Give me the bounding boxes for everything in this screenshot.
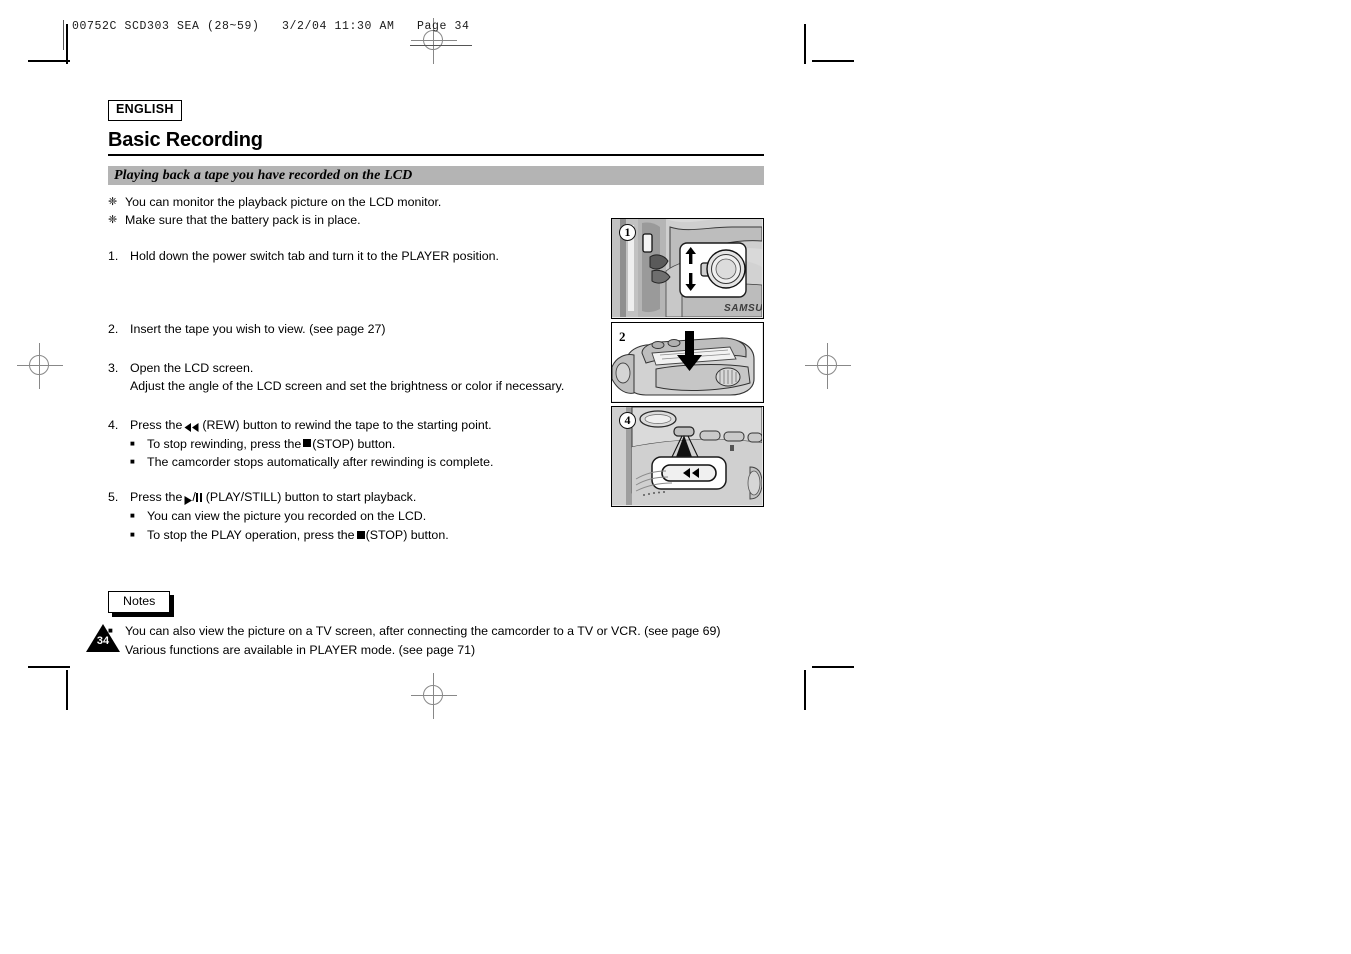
stop-icon bbox=[303, 439, 312, 448]
pause-icon bbox=[195, 492, 204, 502]
crop-mark-top-left-v bbox=[66, 24, 68, 64]
registration-mark-right bbox=[805, 343, 851, 389]
figure-number: 2 bbox=[619, 329, 626, 344]
square-bullet-icon: ■ bbox=[130, 457, 135, 467]
crop-mark-top-left-h bbox=[28, 60, 70, 62]
substep-text-before-icon: To stop rewinding, press the bbox=[147, 436, 302, 451]
floret-bullet-icon: ❈ bbox=[108, 213, 118, 226]
svg-text:SAMSUNG: SAMSUNG bbox=[724, 303, 762, 314]
title-rule bbox=[108, 153, 764, 157]
registration-circle bbox=[423, 30, 443, 50]
step-number: 3. bbox=[108, 360, 119, 375]
list-item: ❈ You can monitor the playback picture o… bbox=[108, 194, 768, 211]
notes-list: ■ You can also view the picture on a TV … bbox=[108, 623, 768, 660]
notes-badge: Notes bbox=[108, 591, 175, 618]
section-title: Playing back a tape you have recorded on… bbox=[114, 167, 413, 183]
substep: ■ To stop the PLAY operation, press the (… bbox=[108, 527, 768, 544]
intro-bullet-text: You can monitor the playback picture on … bbox=[125, 195, 442, 210]
step-number: 5. bbox=[108, 490, 119, 505]
crop-mark-bottom-left-v bbox=[66, 670, 68, 710]
figure-4: 4 bbox=[611, 406, 764, 507]
substep-text-after-icon: (STOP) button. bbox=[365, 527, 449, 542]
page-title: Basic Recording bbox=[108, 128, 263, 151]
square-bullet-icon: ■ bbox=[130, 529, 135, 539]
substep-text: To stop rewinding, press the (STOP) butto… bbox=[147, 436, 395, 453]
substep-text-after-icon: (STOP) button. bbox=[312, 436, 396, 451]
crop-mark-top-right-v bbox=[804, 24, 806, 64]
figure-number: 4 bbox=[619, 412, 636, 429]
step-number: 4. bbox=[108, 417, 119, 432]
note-text: Various functions are available in PLAYE… bbox=[125, 643, 476, 658]
step-text-before-icon: Press the bbox=[130, 490, 183, 505]
step-text-before-icon: Press the bbox=[130, 417, 183, 432]
step-number: 2. bbox=[108, 321, 119, 336]
stop-icon bbox=[356, 530, 365, 539]
substep-text-before-icon: To stop the PLAY operation, press the bbox=[147, 527, 355, 542]
page-number: 34 bbox=[96, 635, 110, 647]
list-item: ■ Various functions are available in PLA… bbox=[108, 642, 768, 660]
notes-section: Notes ■ You can also view the picture on… bbox=[108, 591, 768, 660]
substep: ■ You can view the picture you recorded … bbox=[108, 508, 768, 525]
play-icon bbox=[184, 493, 193, 505]
slugline-underline bbox=[410, 45, 472, 46]
registration-circle bbox=[29, 355, 49, 375]
figure-1: SAMSUNG 1 bbox=[611, 218, 764, 319]
page-number-badge: 34 bbox=[86, 624, 120, 652]
figure-column: SAMSUNG 1 bbox=[611, 218, 764, 507]
floret-bullet-icon: ❈ bbox=[108, 196, 118, 209]
crop-mark-bottom-right-v bbox=[804, 670, 806, 710]
figure-2: 2 bbox=[611, 322, 764, 403]
language-badge: ENGLISH bbox=[108, 100, 182, 121]
rewind-icon bbox=[184, 420, 199, 432]
note-text: You can also view the picture on a TV sc… bbox=[125, 624, 721, 639]
substep-text: You can view the picture you recorded on… bbox=[147, 509, 427, 524]
step-number: 1. bbox=[108, 248, 119, 263]
square-bullet-icon: ■ bbox=[130, 438, 135, 448]
step-text-after-icon: (REW) button to rewind the tape to the s… bbox=[202, 417, 492, 432]
notes-label: Notes bbox=[108, 591, 171, 614]
registration-circle bbox=[817, 355, 837, 375]
square-bullet-icon: ■ bbox=[130, 511, 135, 521]
figure-number: 1 bbox=[619, 224, 636, 241]
crop-mark-top-right-h bbox=[812, 60, 854, 62]
step-text-after-icon: (PLAY/STILL) button to start playback. bbox=[205, 490, 417, 505]
crop-mark-bottom-right-h bbox=[812, 666, 854, 668]
registration-mark-left bbox=[17, 343, 63, 389]
slugline-rule-left bbox=[63, 20, 64, 50]
substep-text: To stop the PLAY operation, press the (ST… bbox=[147, 527, 449, 544]
registration-mark-bottom-center bbox=[411, 673, 457, 719]
list-item: ■ You can also view the picture on a TV … bbox=[108, 623, 768, 641]
section-header-bar: Playing back a tape you have recorded on… bbox=[108, 166, 764, 186]
crop-mark-bottom-left-h bbox=[28, 666, 70, 668]
registration-circle bbox=[423, 685, 443, 705]
intro-bullet-text: Make sure that the battery pack is in pl… bbox=[125, 212, 361, 227]
slugline: 00752C SCD303 SEA (28~59) 3/2/04 11:30 A… bbox=[72, 20, 470, 33]
substep-text: The camcorder stops automatically after … bbox=[147, 455, 494, 470]
